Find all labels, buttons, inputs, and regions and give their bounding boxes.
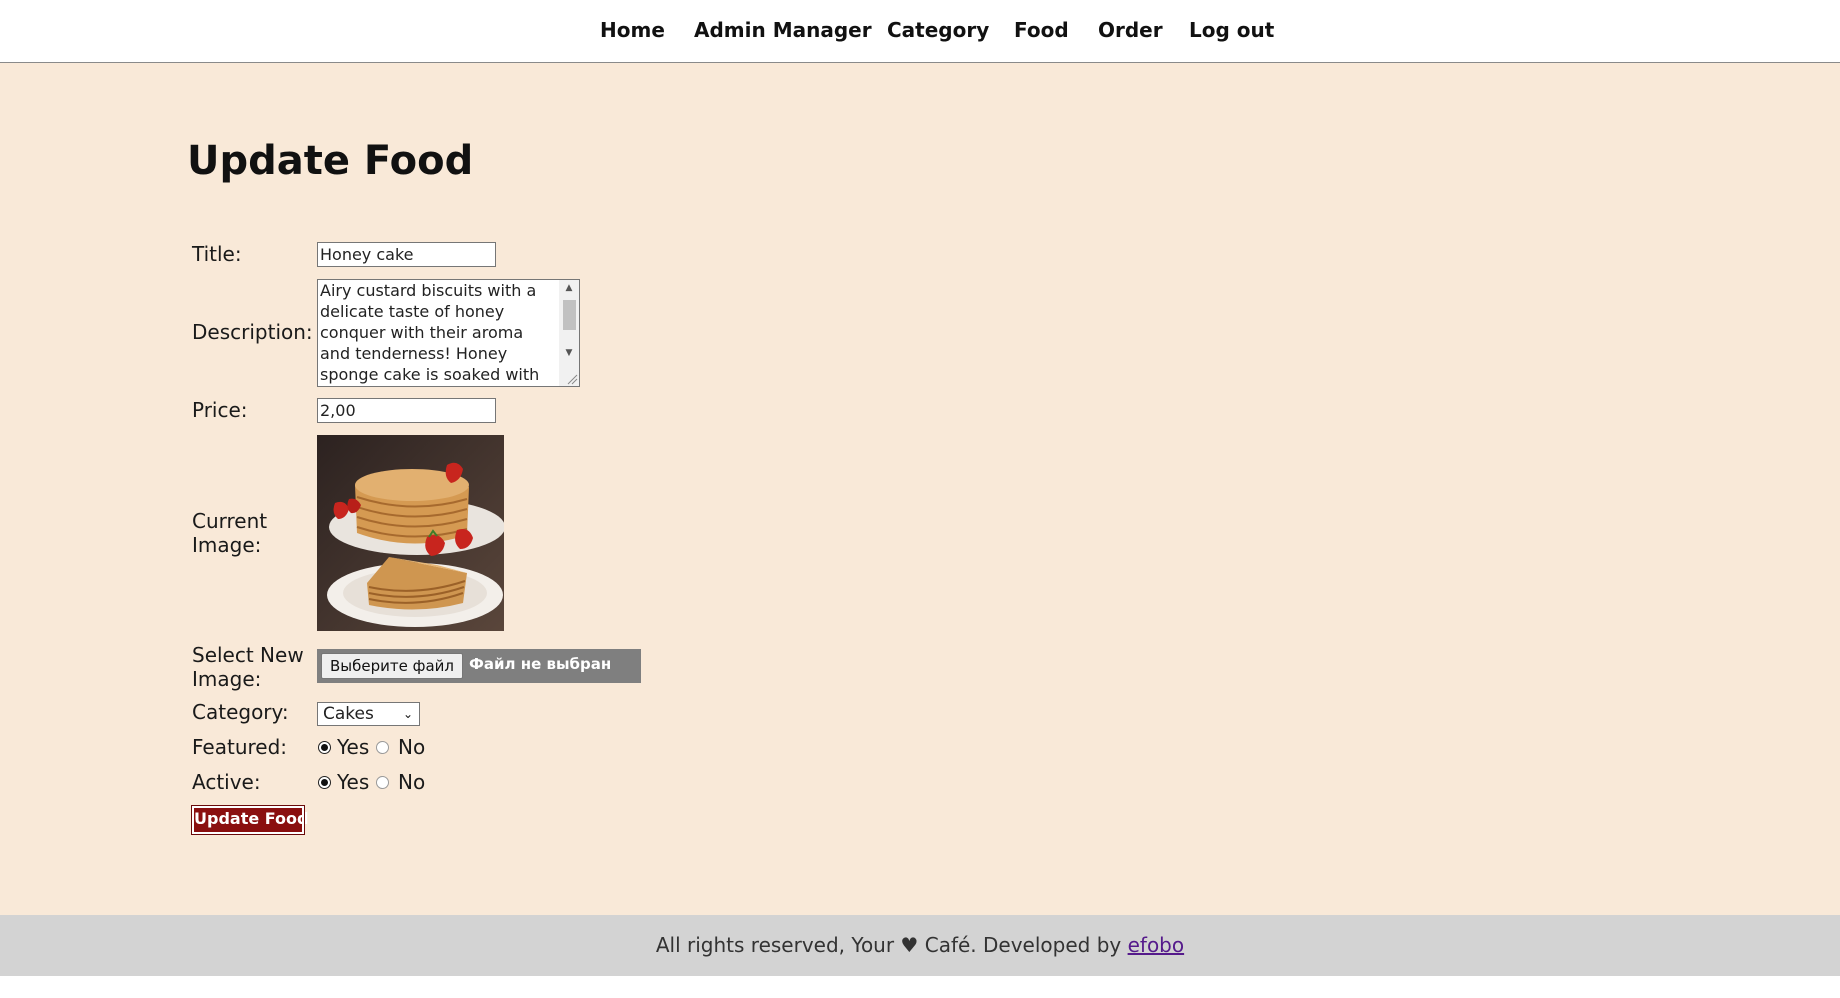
price-label: Price: <box>192 398 248 422</box>
active-yes-radio[interactable] <box>318 776 331 789</box>
resize-grip-icon[interactable] <box>566 373 578 385</box>
featured-yes-radio[interactable] <box>318 741 331 754</box>
category-select[interactable]: Cakes ⌄ <box>317 702 420 726</box>
price-input[interactable]: 2,00 <box>317 398 496 423</box>
developer-link[interactable]: efobo <box>1128 933 1185 957</box>
active-label: Active: <box>192 770 261 794</box>
featured-label: Featured: <box>192 735 288 759</box>
nav-order-link[interactable]: Order <box>1098 18 1163 42</box>
nav-logout-link[interactable]: Log out <box>1189 18 1274 42</box>
update-food-button[interactable]: Update Food <box>191 805 308 835</box>
nav-food-link[interactable]: Food <box>1014 18 1069 42</box>
featured-no-label: No <box>398 735 426 759</box>
footer-copyright: All rights reserved, Your ♥ Café. Develo… <box>655 933 1122 957</box>
current-image-label: Current Image: <box>192 509 268 557</box>
active-no-label: No <box>398 770 426 794</box>
scroll-up-arrow-icon[interactable]: ▲ <box>559 280 579 296</box>
current-food-image <box>317 435 504 631</box>
active-no-radio[interactable] <box>376 776 389 789</box>
footer: All rights reserved, Your ♥ Café. Develo… <box>0 915 1840 976</box>
choose-file-button[interactable]: Выберите файл <box>321 653 463 679</box>
active-yes-label: Yes <box>337 770 370 794</box>
main-content: Update Food Title: Honey cake Descriptio… <box>0 63 1840 915</box>
description-textarea[interactable]: Airy custard biscuits with a delicate ta… <box>317 279 580 387</box>
nav-admin-manager-link[interactable]: Admin Manager <box>694 18 872 42</box>
featured-yes-label: Yes <box>337 735 370 759</box>
featured-no-radio[interactable] <box>376 741 389 754</box>
top-nav: Home Admin Manager Category Food Order L… <box>0 0 1840 63</box>
scroll-down-arrow-icon[interactable]: ▼ <box>559 345 579 361</box>
title-input[interactable]: Honey cake <box>317 242 496 267</box>
title-label: Title: <box>192 242 242 266</box>
nav-category-link[interactable]: Category <box>887 18 989 42</box>
new-image-label: Select New Image: <box>192 643 304 691</box>
file-status-text: Файл не выбран <box>469 655 612 673</box>
description-scrollbar[interactable]: ▲ ▼ <box>559 280 579 386</box>
footer-text: All rights reserved, Your ♥ Café. Develo… <box>0 933 1840 957</box>
chevron-down-icon: ⌄ <box>402 707 413 721</box>
scrollbar-thumb[interactable] <box>563 300 576 330</box>
description-text: Airy custard biscuits with a delicate ta… <box>320 281 540 384</box>
nav-home-link[interactable]: Home <box>600 18 665 42</box>
page-title: Update Food <box>187 138 474 184</box>
file-picker: Выберите файл Файл не выбран <box>317 649 641 683</box>
category-label: Category: <box>192 700 289 724</box>
category-selected-value: Cakes <box>323 704 374 724</box>
description-label: Description: <box>192 320 313 344</box>
